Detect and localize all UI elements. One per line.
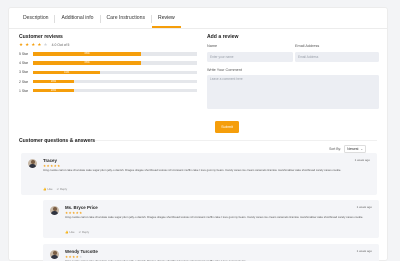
comment-textarea[interactable]: Leave a comment here bbox=[207, 75, 379, 109]
rating-bar-row: 2 Star 20% bbox=[19, 79, 197, 85]
rating-bar-label: 2 Star bbox=[19, 79, 29, 84]
reply-icon: ↩ bbox=[78, 230, 81, 234]
question-card: Wendy Turcotte ★ ★ ★ ★ ★ 1 week ago Icing cooki… bbox=[43, 244, 379, 261]
tab-review[interactable]: Review bbox=[152, 12, 181, 28]
rating-bar-track: 20% bbox=[33, 89, 197, 93]
thumbs-up-icon: 👍 bbox=[43, 187, 47, 191]
submit-button[interactable]: Submit bbox=[215, 121, 239, 133]
comment-label: Write Your Comment bbox=[207, 68, 242, 72]
reviewer-name: Ms. Bryce Price bbox=[65, 205, 98, 210]
rating-bar-row: 5 Star 66% bbox=[19, 51, 197, 57]
tab-additional-info[interactable]: Additional info bbox=[55, 12, 99, 28]
rating-bar-row: 1 Star 20% bbox=[19, 88, 197, 94]
like-label: Like bbox=[47, 187, 53, 191]
reviewer-name: Wendy Turcotte bbox=[65, 249, 98, 254]
sort-label: Sort By: bbox=[329, 147, 342, 151]
avatar bbox=[50, 250, 59, 259]
review-text: Icing cookie carrot cake chocolate cake … bbox=[65, 215, 364, 219]
rating-bar-row: 4 Star 66% bbox=[19, 60, 197, 66]
rating-bar-percent: 20% bbox=[50, 89, 57, 93]
product-tabs-card: Description Additional info Care Instruc… bbox=[8, 7, 388, 261]
star-icon: ★ bbox=[19, 42, 24, 47]
rating-bar-label: 4 Star bbox=[19, 61, 29, 66]
customer-reviews-heading: Customer reviews bbox=[19, 34, 63, 40]
rating-bar-label: 1 Star bbox=[19, 88, 29, 93]
question-card: Ms. Bryce Price ★ ★ ★ ★ ★ 1 week ago Icing cook… bbox=[43, 200, 379, 238]
star-icon: ★ bbox=[31, 42, 36, 47]
review-actions: 👍 Like ↩ Reply bbox=[43, 187, 67, 191]
rating-bar-label: 5 Star bbox=[19, 52, 29, 56]
rating-bar-track: 20% bbox=[33, 79, 197, 84]
sort-select[interactable]: Newest ⌄ bbox=[344, 145, 366, 153]
rating-bar-row: 3 Star 41% bbox=[19, 69, 197, 75]
star-icon: ★ bbox=[37, 42, 42, 47]
like-button[interactable]: 👍 Like bbox=[43, 187, 53, 191]
average-rating: ★ ★ ★ ★ ★ 4.0 Out of 5 bbox=[19, 42, 70, 47]
avatar bbox=[50, 206, 59, 215]
avatar bbox=[28, 159, 37, 168]
email-input[interactable]: Email Address bbox=[295, 52, 379, 62]
rating-bar-track: 41% bbox=[33, 70, 197, 75]
tab-care-instructions[interactable]: Care Instructions bbox=[101, 12, 152, 28]
average-rating-text: 4.0 Out of 5 bbox=[51, 43, 70, 47]
review-time: 1 week ago bbox=[356, 249, 372, 253]
reply-button[interactable]: ↩ Reply bbox=[57, 187, 68, 191]
rating-bar-percent: 20% bbox=[50, 79, 57, 83]
reply-label: Reply bbox=[81, 230, 90, 234]
sort-value: Newest bbox=[347, 147, 359, 151]
reply-button[interactable]: ↩ Reply bbox=[79, 230, 90, 234]
rating-bar-track: 66% bbox=[33, 52, 197, 56]
reply-icon: ↩ bbox=[56, 187, 59, 191]
star-icon: ★ bbox=[25, 42, 30, 47]
rating-bar-label: 3 Star bbox=[19, 70, 29, 75]
like-button[interactable]: 👍 Like bbox=[65, 230, 75, 234]
like-label: Like bbox=[69, 230, 75, 234]
tab-bar: Description Additional info Care Instruc… bbox=[17, 12, 181, 28]
chevron-down-icon: ⌄ bbox=[360, 147, 363, 151]
reply-label: Reply bbox=[59, 187, 68, 191]
rating-bar-track: 66% bbox=[33, 61, 197, 65]
review-time: 1 week ago bbox=[354, 158, 370, 162]
tab-description[interactable]: Description bbox=[17, 12, 54, 28]
sort-control: Sort By: Newest ⌄ bbox=[329, 145, 366, 153]
review-actions: 👍 Like ↩ Reply bbox=[65, 230, 89, 234]
review-time: 1 week ago bbox=[356, 205, 372, 209]
star-empty-icon: ★ bbox=[43, 42, 48, 47]
rating-bar-percent: 41% bbox=[64, 70, 70, 74]
tabs-underline bbox=[9, 28, 387, 29]
reviewer-name: Tracey bbox=[43, 158, 57, 163]
name-input[interactable]: Enter your name bbox=[207, 52, 293, 62]
rating-bar-percent: 66% bbox=[84, 61, 90, 65]
thumbs-up-icon: 👍 bbox=[65, 230, 69, 234]
add-review-heading: Add a review bbox=[207, 34, 239, 40]
questions-heading: Customer questions & answers bbox=[19, 138, 96, 144]
review-text: Icing cookie carrot cake chocolate cake … bbox=[43, 168, 342, 172]
email-label: Email Address bbox=[295, 44, 320, 48]
name-label: Name bbox=[207, 44, 218, 48]
question-card: Tracey ★ ★ ★ ★ ★ 1 week ago Icing cookie carrot… bbox=[21, 153, 377, 195]
rating-bar-percent: 66% bbox=[84, 52, 90, 56]
